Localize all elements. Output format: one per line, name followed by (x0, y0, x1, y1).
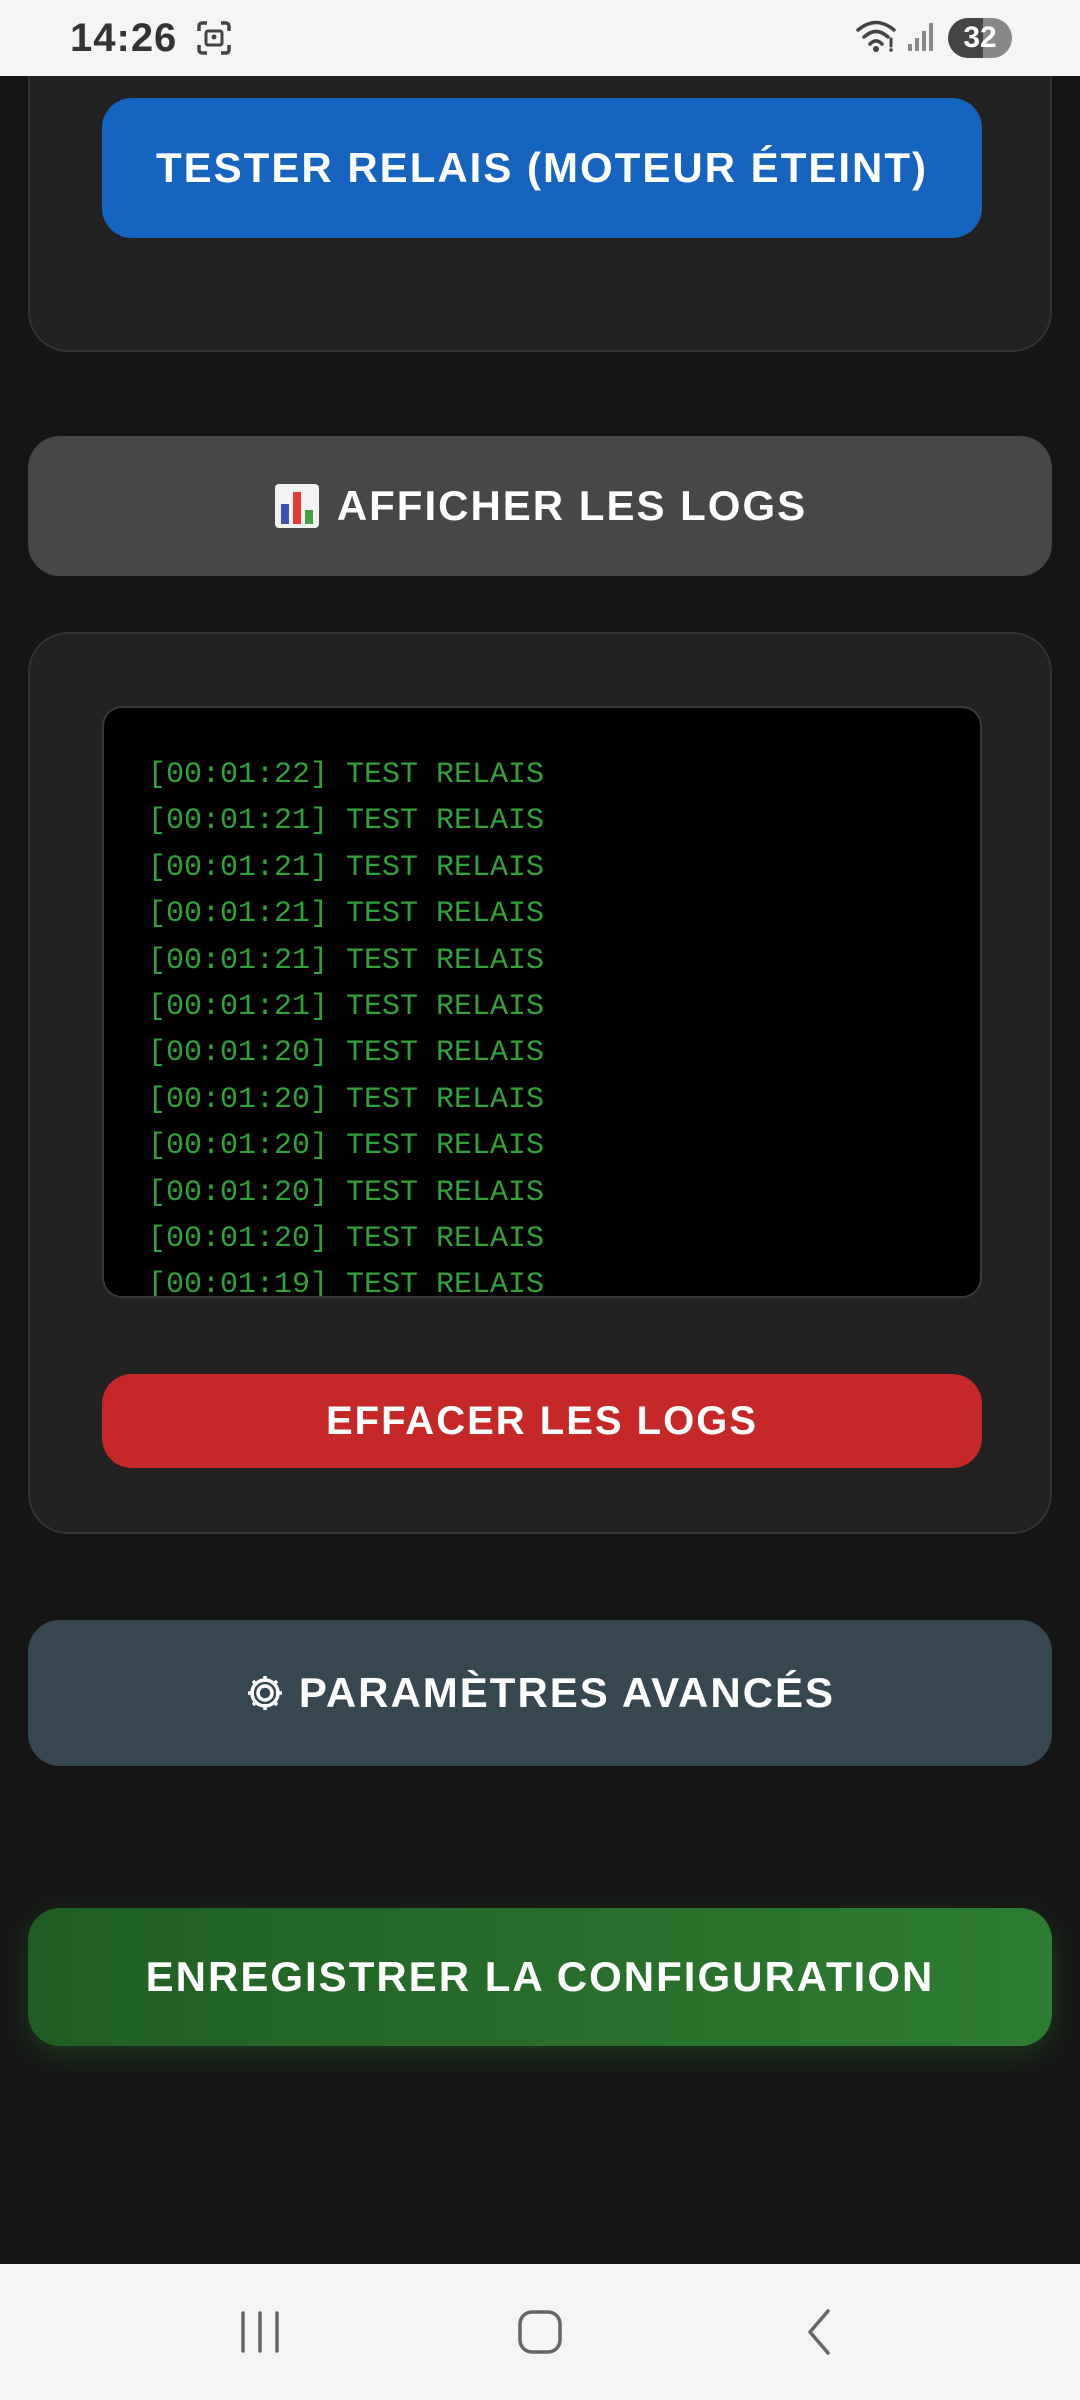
log-line: [00:01:19] TEST RELAIS (148, 1268, 545, 1298)
test-relay-button[interactable]: TESTER RELAIS (MOTEUR ÉTEINT) (102, 98, 982, 238)
log-line: [00:01:20] TEST RELAIS (148, 1082, 545, 1117)
signal-icon (906, 20, 938, 57)
recent-apps-icon[interactable] (200, 2282, 320, 2382)
show-logs-button[interactable]: AFFICHER LES LOGS (28, 436, 1052, 576)
advanced-settings-label: PARAMÈTRES AVANCÉS (298, 1669, 836, 1716)
log-line: [00:01:22] TEST RELAIS (148, 758, 545, 792)
log-line: [00:01:20] TEST RELAIS (148, 1175, 545, 1210)
status-time: 14:26 (70, 15, 178, 60)
log-line: [00:01:20] TEST RELAIS (148, 1129, 545, 1164)
wifi-icon (856, 19, 896, 58)
save-config-button[interactable]: ENREGISTRER LA CONFIGURATION (28, 1908, 1052, 2046)
clear-logs-button[interactable]: EFFACER LES LOGS (102, 1374, 982, 1468)
screenshot-icon (195, 19, 233, 57)
log-line: [00:01:20] TEST RELAIS (148, 1221, 545, 1256)
battery-indicator: 32 (948, 18, 1012, 58)
log-line: [00:01:21] TEST RELAIS (148, 897, 545, 932)
status-bar: 14:26 32 (0, 0, 1080, 76)
gear-icon (245, 1673, 285, 1713)
navigation-bar (0, 2264, 1080, 2400)
log-line: [00:01:21] TEST RELAIS (148, 804, 545, 839)
status-icons: 32 (856, 18, 1012, 58)
log-line: [00:01:20] TEST RELAIS (148, 1036, 545, 1071)
log-panel[interactable]: [00:01:22] TEST RELAIS [00:01:21] TEST RE… (102, 706, 982, 1298)
log-line: [00:01:21] TEST RELAIS (148, 850, 545, 885)
bar-chart-icon (273, 482, 321, 530)
app-content[interactable]: TESTER RELAIS (MOTEUR ÉTEINT) AFFICHER L… (0, 76, 1080, 2264)
log-line: [00:01:21] TEST RELAIS (148, 943, 545, 978)
show-logs-label: AFFICHER LES LOGS (336, 482, 808, 529)
logs-card: [00:01:22] TEST RELAIS [00:01:21] TEST RE… (28, 632, 1052, 1534)
log-line: [00:01:21] TEST RELAIS (148, 989, 545, 1024)
back-icon[interactable] (760, 2282, 880, 2382)
relay-test-card: TESTER RELAIS (MOTEUR ÉTEINT) (28, 76, 1052, 352)
home-icon[interactable] (480, 2282, 600, 2382)
advanced-settings-button[interactable]: PARAMÈTRES AVANCÉS (28, 1620, 1052, 1766)
